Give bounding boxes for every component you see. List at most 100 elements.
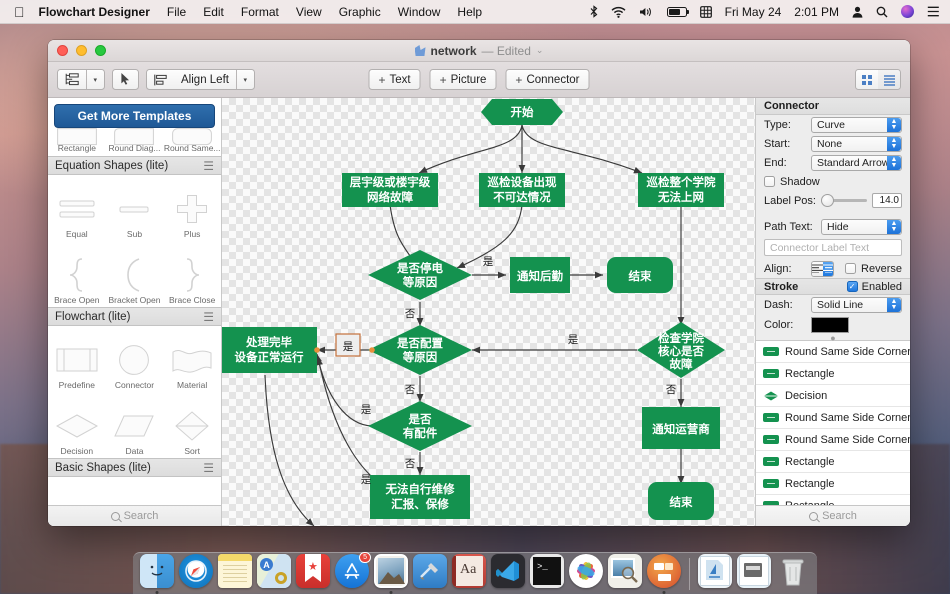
dock-item-downloads-stack[interactable] <box>698 554 732 592</box>
shape-search-field[interactable]: Search <box>48 505 221 526</box>
edge-label-no-3[interactable]: 否 <box>405 384 416 396</box>
menu-item-window[interactable]: Window <box>398 5 441 19</box>
add-text-button[interactable]: + Text <box>368 69 421 90</box>
node-start[interactable]: 开始 <box>481 99 563 125</box>
shape-brace-close[interactable]: Brace Close <box>163 241 221 307</box>
slider-knob[interactable] <box>821 194 834 207</box>
shape-rectangle[interactable]: Rectangle <box>48 128 106 156</box>
dock-item-documents-stack[interactable] <box>737 554 771 592</box>
battery-icon[interactable] <box>666 6 689 17</box>
wifi-icon[interactable] <box>611 6 626 18</box>
section-header-flowchart[interactable]: Flowchart (lite) ☰ <box>48 307 221 326</box>
dock-item-photos[interactable] <box>569 554 603 592</box>
shape-connector[interactable]: Connector <box>106 326 164 392</box>
arrange-button[interactable]: ▾ <box>57 69 106 90</box>
arrange-icon[interactable] <box>58 70 86 89</box>
layer-item[interactable]: Rectangle <box>756 473 910 495</box>
dock-item-pocket[interactable]: ★ <box>296 554 330 592</box>
edge-label-yes-3[interactable]: 是 <box>361 404 372 416</box>
reverse-checkbox[interactable] <box>845 263 857 274</box>
flowchart-svg[interactable]: 开始 层宇级或楼宇级 网络故障 巡检设备出现 不可达情况 巡检整个学院 无法上网… <box>222 98 755 526</box>
shape-plus[interactable]: Plus <box>163 175 221 241</box>
edge-label-yes-1[interactable]: 是 <box>483 256 494 268</box>
grid-view-icon[interactable] <box>855 70 878 89</box>
stroke-enabled-checkbox[interactable]: ✓ <box>846 281 858 292</box>
align-center-icon[interactable] <box>823 261 834 276</box>
canvas-area[interactable]: 开始 层宇级或楼宇级 网络故障 巡检设备出现 不可达情况 巡检整个学院 无法上网… <box>222 98 755 526</box>
align-segmented-control[interactable] <box>811 260 835 277</box>
menu-item-help[interactable]: Help <box>457 5 482 19</box>
label-pos-slider[interactable] <box>821 194 867 208</box>
edge-label-yes-4[interactable]: 是 <box>361 474 372 486</box>
shape-round-diagonal[interactable]: Round Diag... <box>106 128 164 156</box>
shape-predefine[interactable]: Predefine <box>48 326 106 392</box>
node-decision-power-outage[interactable]: 是否停电 等原因 <box>368 250 472 300</box>
list-view-icon[interactable] <box>878 70 900 89</box>
section-menu-icon[interactable]: ☰ <box>203 310 214 324</box>
shape-sub[interactable]: Sub <box>106 175 164 241</box>
menu-item-file[interactable]: File <box>167 5 186 19</box>
dock-item-finder[interactable] <box>140 554 174 594</box>
section-menu-icon[interactable]: ☰ <box>203 461 214 475</box>
menu-item-edit[interactable]: Edit <box>203 5 224 19</box>
node-end-1[interactable]: 结束 <box>607 257 673 293</box>
pointer-tool-button[interactable] <box>112 69 140 90</box>
node-notify-carrier[interactable]: 通知运营商 <box>642 407 720 449</box>
dock-item-mail[interactable] <box>374 554 408 594</box>
edge-label-yes-2[interactable]: 是 <box>568 334 579 346</box>
stroke-color-well[interactable] <box>811 317 849 333</box>
menu-item-format[interactable]: Format <box>241 5 279 19</box>
dock-item-vscode[interactable] <box>491 554 525 592</box>
dock-item-flowchart-designer[interactable] <box>647 554 681 594</box>
menu-item-graphic[interactable]: Graphic <box>339 5 381 19</box>
connector-start-select[interactable]: None ▲ ▼ <box>811 135 902 152</box>
dock-item-preview[interactable] <box>608 554 642 592</box>
volume-icon[interactable] <box>639 6 654 18</box>
label-pos-value[interactable]: 14.0 <box>872 193 902 208</box>
edge-label-no-4[interactable]: 否 <box>405 458 416 470</box>
menu-item-view[interactable]: View <box>296 5 322 19</box>
layer-item[interactable]: Round Same Side Corner Rec <box>756 429 910 451</box>
node-decision-config[interactable]: 是否配置 等原因 <box>368 325 472 375</box>
connector-end-select[interactable]: Standard Arrow H... ▲ ▼ <box>811 154 902 171</box>
dock-item-maps[interactable]: A <box>257 554 291 592</box>
notification-center-icon[interactable] <box>927 6 940 17</box>
node-end-2[interactable]: 结束 <box>648 482 714 520</box>
align-caret[interactable]: ▾ <box>236 70 254 89</box>
dock-item-terminal[interactable]: >_ <box>530 554 564 592</box>
align-label[interactable]: Align Left <box>174 70 236 89</box>
selected-edge-label[interactable]: 是 <box>314 333 375 357</box>
layer-item[interactable]: Round Same Side Corner Rec <box>756 341 910 363</box>
bluetooth-icon[interactable] <box>590 5 598 18</box>
shape-round-same-side[interactable]: Round Same... <box>163 128 221 156</box>
window-titlebar[interactable]: network — Edited ⌄ <box>48 40 910 62</box>
node-process-complete[interactable]: 处理完毕 设备正常运行 <box>222 327 317 373</box>
arrange-caret[interactable]: ▾ <box>87 70 105 89</box>
input-source-icon[interactable] <box>699 5 712 18</box>
node-cannot-repair[interactable]: 无法自行维修 汇报、保修 <box>370 475 470 519</box>
apple-menu-icon[interactable]:  <box>14 5 25 19</box>
path-text-select[interactable]: Hide ▲ ▼ <box>821 218 902 235</box>
shape-equal[interactable]: Equal <box>48 175 106 241</box>
align-left-icon[interactable] <box>812 261 823 276</box>
layer-item[interactable]: Rectangle <box>756 451 910 473</box>
node-college-offline[interactable]: 巡检整个学院 无法上网 <box>638 173 724 207</box>
shape-data[interactable]: Data <box>106 392 164 458</box>
dock-item-xcode[interactable] <box>413 554 447 592</box>
shadow-checkbox[interactable] <box>764 176 775 187</box>
edge-label-no-1[interactable]: 否 <box>405 308 416 320</box>
layer-search-field[interactable]: Search <box>756 505 910 526</box>
shape-bracket-open[interactable]: Bracket Open <box>106 241 164 307</box>
align-left-icon[interactable] <box>147 70 174 89</box>
layer-item[interactable]: Rectangle <box>756 363 910 385</box>
section-menu-icon[interactable]: ☰ <box>203 159 214 173</box>
align-button[interactable]: Align Left ▾ <box>146 69 255 90</box>
dock-item-dictionary[interactable]: Aa <box>452 554 486 592</box>
edge-label-no-2[interactable]: 否 <box>666 384 677 396</box>
node-decision-has-parts[interactable]: 是否 有配件 <box>368 401 472 451</box>
layer-item[interactable]: Round Same Side Corner Rec <box>756 407 910 429</box>
layer-list[interactable]: Round Same Side Corner Rec Rectangle Dec… <box>756 340 910 517</box>
node-notify-logistics[interactable]: 通知后勤 <box>510 257 570 293</box>
dash-select[interactable]: Solid Line ▲ ▼ <box>811 296 902 313</box>
node-floor-building-failure[interactable]: 层宇级或楼宇级 网络故障 <box>342 173 438 207</box>
